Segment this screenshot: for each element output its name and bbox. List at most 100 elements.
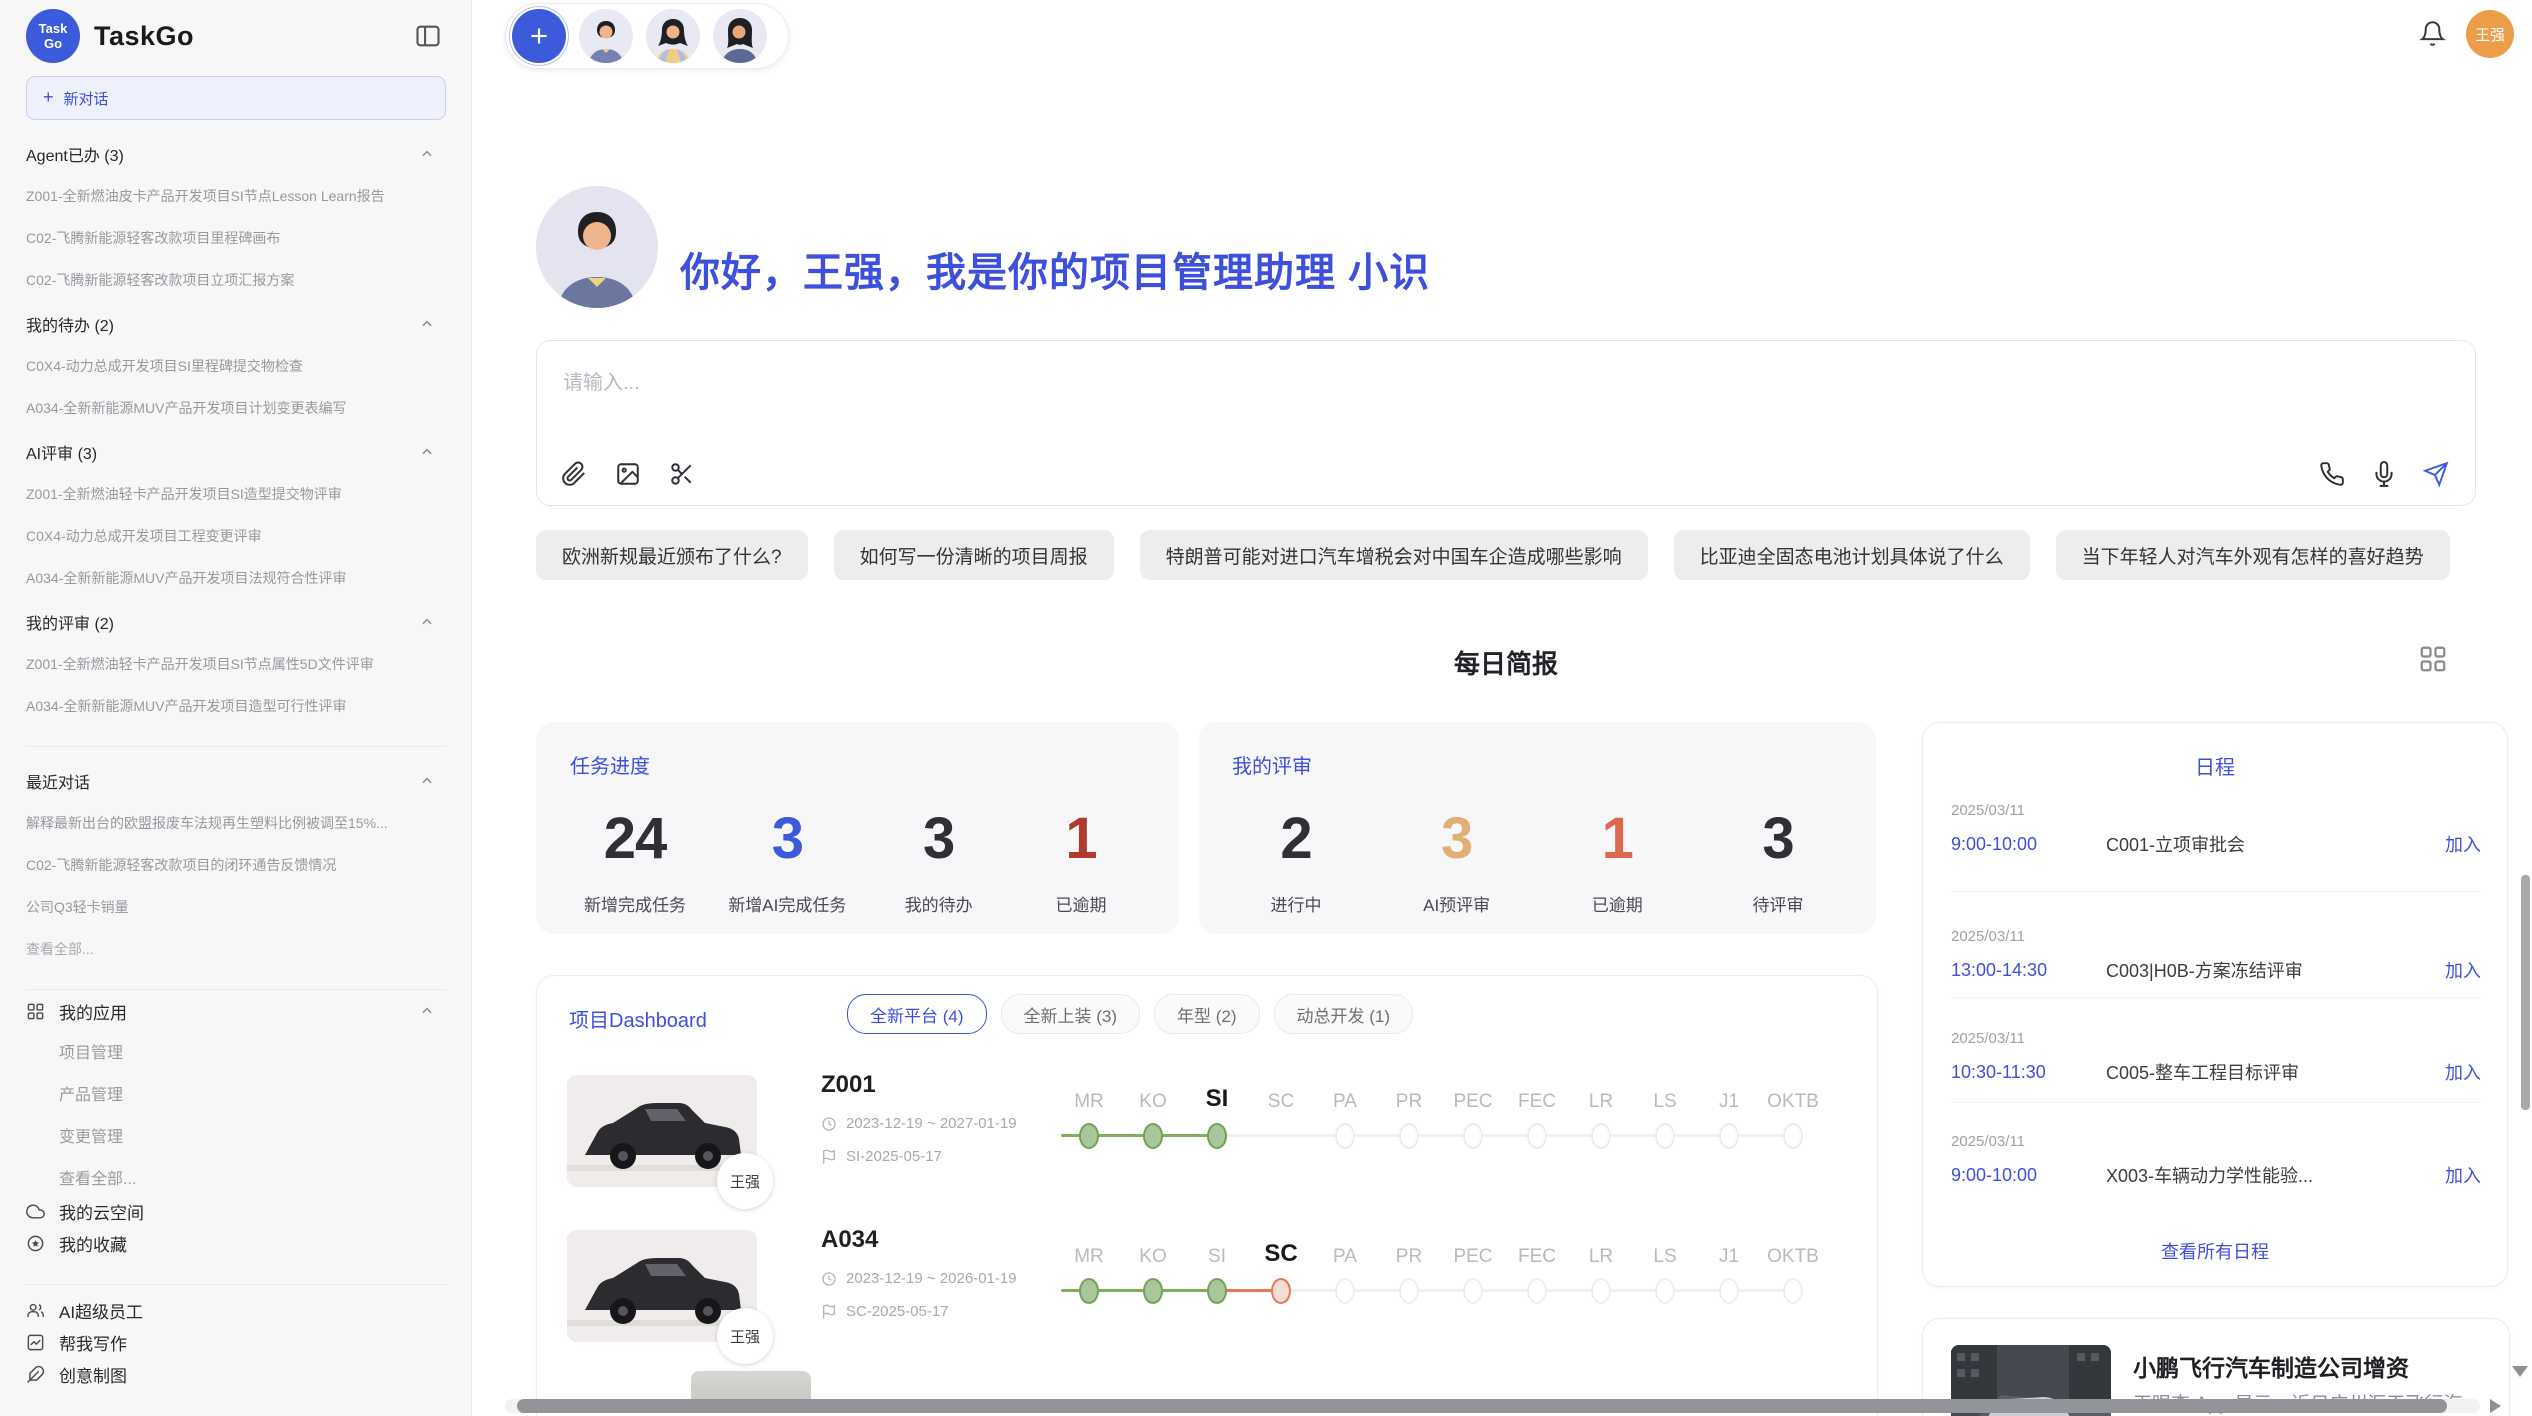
join-button[interactable]: 加入 (2445, 1162, 2481, 1188)
recent-chat-item[interactable]: 公司Q3轻卡销量 (26, 897, 446, 917)
project-code: Z001 (821, 1071, 1051, 1099)
milestone-label: SC (1249, 1240, 1313, 1268)
suggestion-chip[interactable]: 欧洲新规最近颁布了什么? (536, 530, 808, 580)
sidebar-item-cloud-space[interactable]: 我的云空间 (26, 1200, 446, 1222)
sidebar-item-favorites[interactable]: 我的收藏 (26, 1232, 446, 1254)
recent-chat-item[interactable]: 解释最新出台的欧盟报废车法规再生塑料比例被调至15%... (26, 813, 446, 833)
chevron-up-icon[interactable] (420, 774, 434, 788)
schedule-time: 9:00-10:00 (1951, 834, 2106, 855)
chevron-up-icon[interactable] (420, 147, 434, 161)
milestone-label: FEC (1505, 1091, 1569, 1113)
phone-icon[interactable] (2319, 461, 2345, 487)
milestone-timeline: MRKOSISCPAPRPECFECLRLSJ1OKTB (1057, 1077, 1825, 1159)
sidebar-item[interactable]: A034-全新新能源MUV产品开发项目计划变更表编写 (26, 398, 446, 418)
user-avatar[interactable]: 王强 (2466, 10, 2514, 58)
vertical-scrollbar-thumb[interactable] (2521, 875, 2530, 1110)
apps-view-all[interactable]: 查看全部... (59, 1170, 446, 1190)
milestone-dot (1143, 1123, 1163, 1149)
horizontal-scrollbar-thumb[interactable] (517, 1399, 2447, 1413)
attachment-icon[interactable] (561, 461, 587, 487)
agent-switcher (505, 3, 789, 69)
section-header-my-review[interactable]: 我的评审 (2) (26, 612, 446, 632)
send-icon[interactable] (2423, 461, 2449, 487)
sidebar-item-ai-super-staff[interactable]: AI超级员工 (26, 1299, 446, 1321)
milestone-dot (1527, 1123, 1547, 1149)
chat-composer (536, 340, 2476, 506)
sidebar-item[interactable]: Z001-全新燃油轻卡产品开发项目SI节点属性5D文件评审 (26, 654, 446, 674)
image-upload-icon[interactable] (615, 461, 641, 487)
sidebar-item[interactable]: C0X4-动力总成开发项目SI里程碑提交物检查 (26, 356, 446, 376)
recent-view-all[interactable]: 查看全部... (26, 939, 446, 959)
agent-avatar-1[interactable] (579, 9, 633, 63)
sidebar-item[interactable]: Z001-全新燃油轻卡产品开发项目SI造型提交物评审 (26, 484, 446, 504)
tab-model-year[interactable]: 年型 (2) (1154, 994, 1260, 1034)
schedule-event-title: C005-整车工程目标评审 (2106, 1059, 2445, 1085)
sidebar-item-help-me-write[interactable]: 帮我写作 (26, 1331, 446, 1353)
sidebar-item[interactable]: Z001-全新燃油皮卡产品开发项目SI节点Lesson Learn报告 (26, 186, 446, 206)
suggestion-chip[interactable]: 比亚迪全固态电池计划具体说了什么 (1674, 530, 2030, 580)
sidebar-item[interactable]: A034-全新新能源MUV产品开发项目造型可行性评审 (26, 696, 446, 716)
scroll-right-arrow-icon[interactable] (2490, 1399, 2501, 1413)
app-item-project-mgmt[interactable]: 项目管理 (59, 1044, 446, 1064)
schedule-date: 2025/03/11 (1951, 1030, 2481, 1047)
sidebar-collapse-icon[interactable] (414, 22, 442, 50)
schedule-event-title: C001-立项审批会 (2106, 831, 2445, 857)
layout-grid-icon[interactable] (2418, 644, 2448, 674)
view-all-schedule-link[interactable]: 查看所有日程 (1923, 1238, 2507, 1264)
taskgo-app: Task Go TaskGo + 新对话 Agent已办 (3) Z001-全新… (0, 0, 2532, 1416)
milestone-label: LR (1569, 1091, 1633, 1113)
logo-text-bottom: Go (44, 36, 62, 51)
sidebar-item-my-apps[interactable]: 我的应用 (26, 1000, 446, 1022)
notification-bell-icon[interactable] (2419, 20, 2446, 47)
milestone-label: PEC (1441, 1091, 1505, 1113)
milestone-dot (1655, 1278, 1675, 1304)
microphone-icon[interactable] (2371, 461, 2397, 487)
chat-input[interactable] (561, 365, 2165, 401)
scroll-down-arrow-icon[interactable] (2512, 1366, 2528, 1377)
new-chat-button[interactable]: + 新对话 (26, 76, 446, 120)
agent-avatar-2[interactable] (646, 9, 700, 63)
project-row[interactable]: 王强 Z001 2023-12-19 ~ 2027-01-19 SI-2025-… (537, 1061, 1877, 1216)
agent-avatar-3[interactable] (713, 9, 767, 63)
tab-all-new-body[interactable]: 全新上装 (3) (1001, 994, 1141, 1034)
schedule-entry: 2025/03/11 10:30-11:30 C005-整车工程目标评审 加入 (1951, 1030, 2481, 1085)
chevron-up-icon[interactable] (420, 1004, 434, 1018)
chevron-up-icon[interactable] (420, 445, 434, 459)
schedule-date: 2025/03/11 (1951, 1133, 2481, 1150)
suggestion-chips: 欧洲新规最近颁布了什么? 如何写一份清晰的项目周报 特朗普可能对进口汽车增税会对… (536, 530, 2481, 580)
milestone-label: LR (1569, 1246, 1633, 1268)
stat-my-todo: 3我的待办 (889, 801, 989, 916)
section-header-my-todo[interactable]: 我的待办 (2) (26, 314, 446, 334)
chevron-up-icon[interactable] (420, 317, 434, 331)
chevron-up-icon[interactable] (420, 615, 434, 629)
join-button[interactable]: 加入 (2445, 1059, 2481, 1085)
milestone-label: J1 (1697, 1246, 1761, 1268)
tab-powertrain-dev[interactable]: 动总开发 (1) (1274, 994, 1414, 1034)
join-button[interactable]: 加入 (2445, 831, 2481, 857)
section-header-ai-review[interactable]: AI评审 (3) (26, 442, 446, 462)
add-agent-button[interactable] (512, 9, 566, 63)
suggestion-chip[interactable]: 如何写一份清晰的项目周报 (834, 530, 1114, 580)
sidebar-item-creative-drawing[interactable]: 创意制图 (26, 1363, 446, 1385)
schedule-event-title: C003|H0B-方案冻结评审 (2106, 957, 2445, 983)
dashboard-tabs: 全新平台 (4) 全新上装 (3) 年型 (2) 动总开发 (1) (847, 994, 1413, 1034)
sidebar-item[interactable]: C0X4-动力总成开发项目工程变更评审 (26, 526, 446, 546)
section-header-agent-done[interactable]: Agent已办 (3) (26, 144, 446, 164)
app-item-product-mgmt[interactable]: 产品管理 (59, 1086, 446, 1106)
horizontal-scrollbar-track[interactable] (505, 1399, 2480, 1413)
suggestion-chip[interactable]: 特朗普可能对进口汽车增税会对中国车企造成哪些影响 (1140, 530, 1648, 580)
sidebar-item[interactable]: C02-飞腾新能源轻客改款项目里程碑画布 (26, 228, 446, 248)
scissors-icon[interactable] (669, 461, 695, 487)
join-button[interactable]: 加入 (2445, 957, 2481, 983)
app-item-change-mgmt[interactable]: 变更管理 (59, 1128, 446, 1148)
section-header-recent[interactable]: 最近对话 (26, 771, 446, 791)
recent-chat-item[interactable]: C02-飞腾新能源轻客改款项目的闭环通告反馈情况 (26, 855, 446, 875)
milestone-dot (1335, 1123, 1355, 1149)
apps-grid-icon (26, 1002, 45, 1021)
suggestion-chip[interactable]: 当下年轻人对汽车外观有怎样的喜好趋势 (2056, 530, 2450, 580)
tab-all-new-platform[interactable]: 全新平台 (4) (847, 994, 987, 1034)
milestone-dot (1399, 1123, 1419, 1149)
sidebar-item[interactable]: A034-全新新能源MUV产品开发项目法规符合性评审 (26, 568, 446, 588)
project-row[interactable]: 王强 A034 2023-12-19 ~ 2026-01-19 SC-2025-… (537, 1216, 1877, 1371)
sidebar-item[interactable]: C02-飞腾新能源轻客改款项目立项汇报方案 (26, 270, 446, 290)
